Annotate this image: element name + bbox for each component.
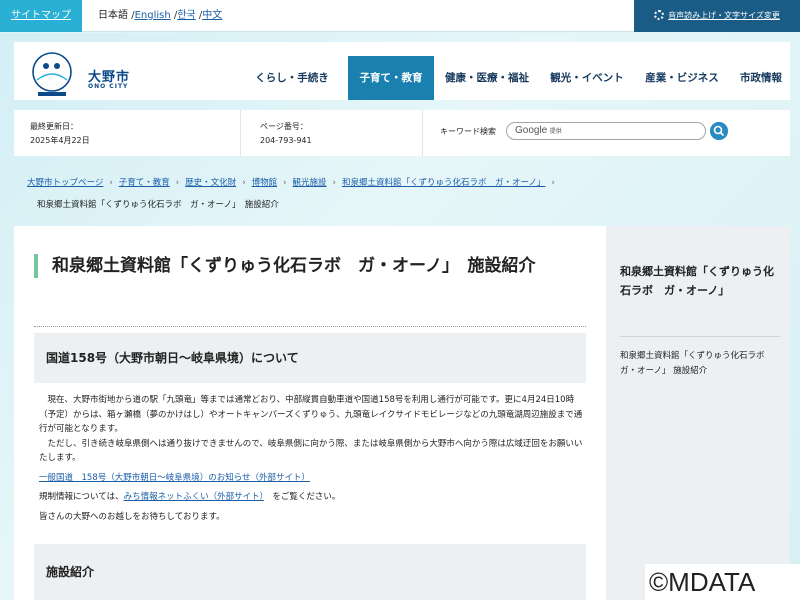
site-header: 大野市 ONO CITY くらし・手続き 子育て・教育 健康・医療・福祉 観光・… (14, 42, 790, 100)
closing-text: 皆さんの大野へのお越しをお待ちしております。 (39, 511, 225, 522)
page-info-bar: 最終更新日： 2025年4月22日 ページ番号： 204-793-941 キーワ… (14, 110, 790, 156)
facility-heading: 施設紹介 (34, 544, 586, 600)
page-title: 和泉郷土資料館「くずりゅう化石ラボ ガ・オーノ」 施設紹介 (34, 254, 582, 278)
michi-info-link[interactable]: みち情報ネットふくい（外部サイト） (124, 492, 264, 502)
page-number-label: ページ番号： (260, 122, 308, 131)
breadcrumb-link[interactable]: 和泉郷土資料館「くずりゅう化石ラボ ガ・オーノ」 (342, 178, 546, 188)
notice-paragraph: ただし、引き続き岐阜県側へは通り抜けできませんので、岐阜県側に向かう際、または岐… (39, 438, 583, 464)
breadcrumb-current: 和泉郷土資料館「くずりゅう化石ラボ ガ・オーノ」 施設紹介 (37, 200, 279, 210)
breadcrumb-link[interactable]: 博物館 (252, 178, 278, 188)
sidebar-title[interactable]: 和泉郷土資料館「くずりゅう化石ラボ ガ・オーノ」 (620, 262, 776, 300)
page-number-value: 204-793-941 (260, 136, 312, 145)
nav-industry[interactable]: 産業・ビジネス (634, 56, 730, 100)
main-content: 和泉郷土資料館「くずりゅう化石ラボ ガ・オーノ」 施設紹介 国道158号（大野市… (14, 226, 606, 600)
breadcrumb-link[interactable]: 観光施設 (293, 178, 327, 188)
google-label: Google (515, 125, 548, 136)
breadcrumb-link[interactable]: 大野市トップページ (27, 178, 103, 188)
last-updated: 最終更新日： 2025年4月22日 (30, 120, 90, 148)
search-button[interactable] (710, 122, 728, 140)
google-provided-label: 提供 (549, 128, 562, 135)
global-nav: くらし・手続き 子育て・教育 健康・医療・福祉 観光・イベント 産業・ビジネス … (236, 56, 792, 100)
divider (422, 110, 423, 156)
nav-living[interactable]: くらし・手続き (236, 56, 348, 100)
search-input[interactable]: Google 提供 (506, 122, 706, 140)
chevron-right-icon: › (109, 178, 113, 188)
breadcrumb-link[interactable]: 歴史・文化財 (185, 178, 236, 188)
language-switcher: 日本語 /English /한국 /中文 (98, 0, 222, 32)
sidebar-item-facility[interactable]: 和泉郷土資料館「くずりゅう化石ラボ ガ・オーノ」 施設紹介 (620, 349, 780, 379)
nav-tourism[interactable]: 観光・イベント (540, 56, 634, 100)
top-bar: サイトマップ 日本語 /English /한국 /中文 音声読み上げ・文字サイズ… (0, 0, 800, 32)
city-logo-icon[interactable] (28, 50, 76, 98)
lang-japanese: 日本語 (98, 10, 128, 21)
voice-textsize-button[interactable]: 音声読み上げ・文字サイズ変更 (634, 0, 800, 32)
nav-childcare[interactable]: 子育て・教育 (348, 56, 434, 100)
regulation-text-suffix: をご覧ください。 (272, 492, 341, 502)
chevron-right-icon: › (551, 178, 555, 188)
chevron-right-icon: › (242, 178, 246, 188)
divider (240, 110, 241, 156)
regulation-text: 規制情報については、 (39, 492, 124, 502)
breadcrumb-link[interactable]: 子育て・教育 (119, 178, 170, 188)
city-name-en: ONO CITY (88, 83, 129, 90)
divider (620, 336, 780, 337)
sitemap-link[interactable]: サイトマップ (0, 0, 82, 32)
chevron-right-icon: › (175, 178, 180, 188)
page-number: ページ番号： 204-793-941 (260, 120, 312, 148)
divider (34, 326, 586, 327)
voice-textsize-label: 音声読み上げ・文字サイズ変更 (668, 11, 780, 20)
route158-notice-link[interactable]: 一般国道 158号（大野市朝日～岐阜県境）のお知らせ（外部サイト） (39, 473, 310, 483)
lang-english[interactable]: English (135, 10, 171, 21)
notice-body: 現在、大野市街地から道の駅「九頭竜」等までは通常どおり、中部縦貫自動車道や国道1… (39, 393, 587, 524)
notice-heading: 国道158号（大野市朝日～岐阜県境）について (34, 333, 586, 383)
last-updated-label: 最終更新日： (30, 122, 78, 131)
watermark: ©MDATA (645, 564, 800, 600)
last-updated-value: 2025年4月22日 (30, 136, 90, 145)
chevron-right-icon: › (332, 178, 336, 188)
lang-chinese[interactable]: 中文 (202, 10, 222, 21)
breadcrumb: 大野市トップページ › 子育て・教育 › 歴史・文化財 › 博物館 › 観光施設 › 和泉郷土資料館… (27, 172, 727, 194)
chevron-right-icon: › (283, 178, 287, 188)
lang-korean[interactable]: 한국 (177, 10, 195, 21)
sidebar: 和泉郷土資料館「くずりゅう化石ラボ ガ・オーノ」 和泉郷土資料館「くずりゅう化石… (606, 226, 790, 600)
nav-city-info[interactable]: 市政情報 (730, 56, 792, 100)
notice-paragraph: 現在、大野市街地から道の駅「九頭竜」等までは通常どおり、中部縦貫自動車道や国道1… (39, 395, 583, 434)
gear-icon (654, 10, 665, 20)
search-label: キーワード検索 (440, 127, 496, 136)
nav-health[interactable]: 健康・医療・福祉 (434, 56, 540, 100)
